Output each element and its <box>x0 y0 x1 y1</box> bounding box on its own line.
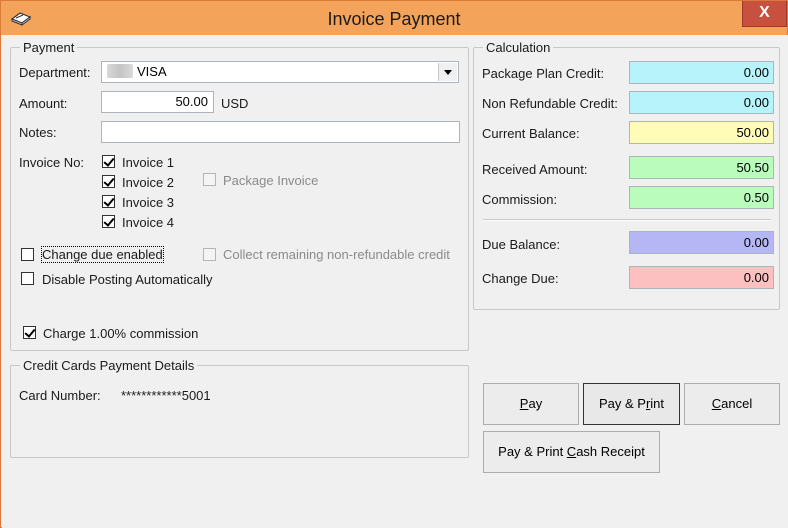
invoice-4-label: Invoice 4 <box>122 215 175 230</box>
received-amount-label: Received Amount: <box>482 162 588 177</box>
department-select[interactable]: VISA <box>101 61 459 83</box>
invoice-3-checkbox[interactable] <box>102 195 115 208</box>
notes-label: Notes: <box>19 125 57 140</box>
invoice-2-label: Invoice 2 <box>122 175 175 190</box>
disable-posting-label: Disable Posting Automatically <box>42 272 213 287</box>
chevron-down-icon[interactable] <box>438 63 457 81</box>
invoice-3-label: Invoice 3 <box>122 195 175 210</box>
change-due-value: 0.00 <box>629 266 774 289</box>
change-due-value-label: Change Due: <box>482 271 559 286</box>
package-invoice-checkbox[interactable] <box>203 173 216 186</box>
invoice-1-label: Invoice 1 <box>122 155 175 170</box>
current-balance-label: Current Balance: <box>482 126 580 141</box>
pay-print-label-post: int <box>650 396 665 411</box>
commission-value: 0.50 <box>629 186 774 209</box>
cash-receipt-label-post: ash Receipt <box>576 444 645 459</box>
invoice-2-checkbox[interactable] <box>102 175 115 188</box>
dialog-client-area: Payment Department: VISA Amount: 50.00 U… <box>2 35 788 528</box>
invoice-4-checkbox[interactable] <box>102 215 115 228</box>
cancel-button[interactable]: Cancel <box>684 383 780 425</box>
collect-remaining-checkbox[interactable] <box>203 248 216 261</box>
invoice-1-checkbox[interactable] <box>102 155 115 168</box>
change-due-checkbox[interactable] <box>21 248 34 261</box>
title-bar[interactable]: Invoice Payment X <box>1 1 787 35</box>
payment-group: Payment <box>10 40 469 351</box>
credit-card-group-legend: Credit Cards Payment Details <box>20 358 198 373</box>
pay-print-label-pre: Pay & P <box>598 396 646 411</box>
non-refundable-credit-value: 0.00 <box>629 91 774 114</box>
card-number-value: ************5001 <box>121 388 211 403</box>
charge-commission-label: Charge 1.00% commission <box>43 326 199 341</box>
card-number-label: Card Number: <box>19 388 101 403</box>
due-balance-value: 0.00 <box>629 231 774 254</box>
disable-posting-checkbox[interactable] <box>21 272 34 285</box>
received-amount-value: 50.50 <box>629 156 774 179</box>
invoice-no-label: Invoice No: <box>19 155 85 170</box>
package-plan-credit-value: 0.00 <box>629 61 774 84</box>
notes-input[interactable] <box>101 121 460 143</box>
collect-remaining-label: Collect remaining non-refundable credit <box>223 247 450 262</box>
calculation-separator <box>483 219 771 221</box>
amount-input[interactable]: 50.00 <box>101 91 214 113</box>
due-balance-label: Due Balance: <box>482 237 561 252</box>
cancel-label-rest: ancel <box>721 396 753 411</box>
department-code-redacted <box>107 64 133 78</box>
package-plan-credit-label: Package Plan Credit: <box>482 66 605 81</box>
pay-label-rest: ay <box>528 396 543 411</box>
department-value: VISA <box>137 64 167 79</box>
pay-button[interactable]: Pay <box>483 383 579 425</box>
cancel-mnemonic: C <box>711 396 722 411</box>
pay-and-print-button[interactable]: Pay & Print <box>583 383 680 425</box>
cash-receipt-mnemonic: C <box>566 444 577 459</box>
invoice-payment-window: Invoice Payment X Payment Department: VI… <box>0 0 788 528</box>
pay-print-cash-receipt-button[interactable]: Pay & Print Cash Receipt <box>483 431 660 473</box>
credit-card-details-group: Credit Cards Payment Details <box>10 358 469 458</box>
commission-label: Commission: <box>482 192 558 207</box>
current-balance-value: 50.00 <box>629 121 774 144</box>
change-due-label: Change due enabled <box>41 246 164 263</box>
window-title: Invoice Payment <box>327 9 461 29</box>
charge-commission-checkbox[interactable] <box>23 326 36 339</box>
cash-receipt-label-pre: Pay & Print <box>498 444 567 459</box>
department-label: Department: <box>19 65 91 80</box>
non-refundable-credit-label: Non Refundable Credit: <box>482 96 618 111</box>
package-invoice-label: Package Invoice <box>223 173 319 188</box>
amount-label: Amount: <box>19 96 68 111</box>
currency-label: USD <box>221 96 249 111</box>
calculation-group-legend: Calculation <box>483 40 554 55</box>
payment-group-legend: Payment <box>20 40 78 55</box>
close-button[interactable]: X <box>742 1 787 27</box>
